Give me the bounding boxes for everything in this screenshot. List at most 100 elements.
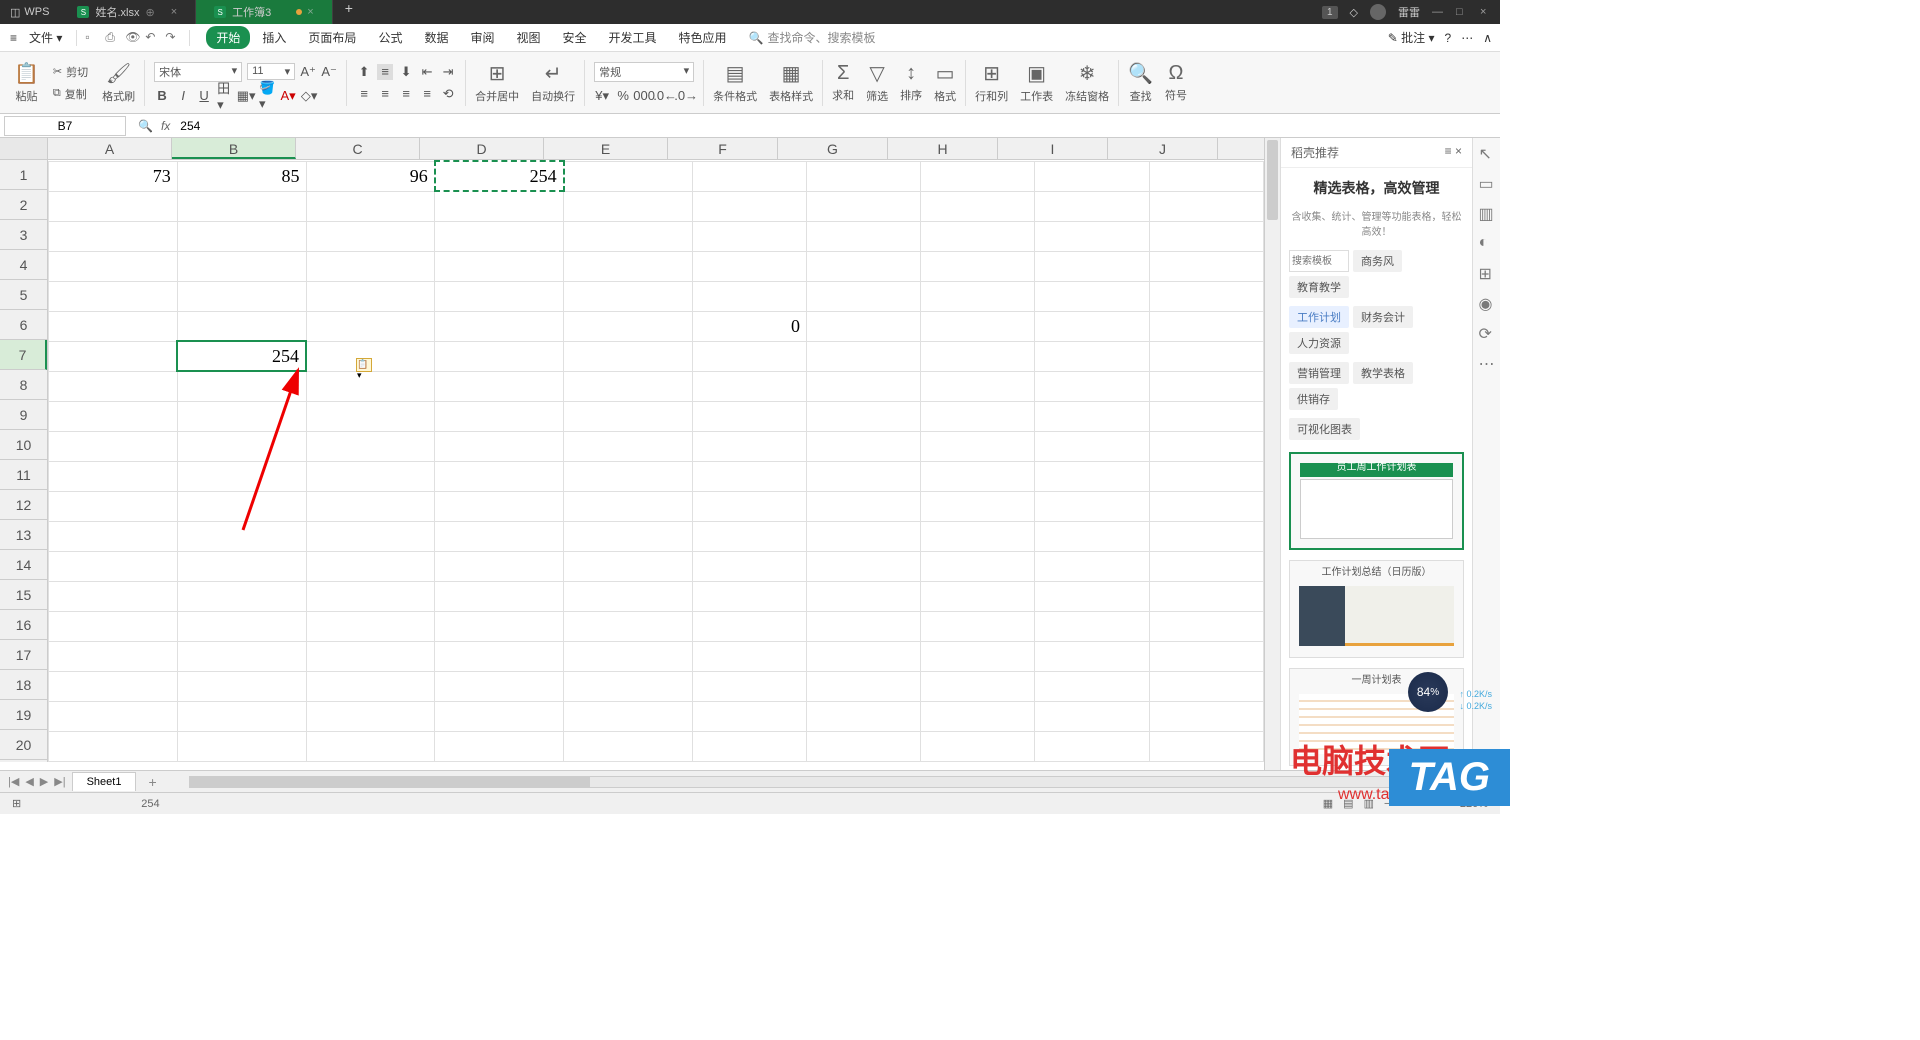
sp-tab[interactable]: 商务风 bbox=[1353, 250, 1402, 272]
cell-E14[interactable] bbox=[564, 551, 693, 581]
preview-icon[interactable]: 👁 bbox=[125, 30, 141, 46]
cell-C8[interactable] bbox=[306, 371, 435, 401]
sp-tab[interactable]: 财务会计 bbox=[1353, 306, 1413, 328]
cell-H12[interactable] bbox=[921, 491, 1035, 521]
indent-dec-icon[interactable]: ⇤ bbox=[419, 64, 435, 80]
col-header-C[interactable]: C bbox=[296, 138, 420, 159]
cell-D12[interactable] bbox=[435, 491, 564, 521]
cell-H9[interactable] bbox=[921, 401, 1035, 431]
cell-A19[interactable] bbox=[49, 701, 178, 731]
cell-H14[interactable] bbox=[921, 551, 1035, 581]
cell-E1[interactable] bbox=[564, 161, 693, 191]
rtab-start[interactable]: 开始 bbox=[206, 26, 250, 49]
panel1-icon[interactable]: ▭ bbox=[1479, 174, 1495, 190]
clear-format-icon[interactable]: ◇▾ bbox=[301, 88, 317, 104]
merge-group[interactable]: ⊞合并居中 bbox=[469, 52, 525, 113]
row-header-6[interactable]: 6 bbox=[0, 310, 47, 340]
template-item[interactable]: 员工周工作计划表 bbox=[1289, 452, 1464, 550]
cell-I10[interactable] bbox=[1035, 431, 1149, 461]
cell-G10[interactable] bbox=[807, 431, 921, 461]
cell-E13[interactable] bbox=[564, 521, 693, 551]
settings-icon[interactable]: ⋯ bbox=[1461, 31, 1473, 45]
row-header-16[interactable]: 16 bbox=[0, 610, 47, 640]
cell-A7[interactable] bbox=[49, 341, 178, 371]
cell-D3[interactable] bbox=[435, 221, 564, 251]
sp-tab[interactable]: 营销管理 bbox=[1289, 362, 1349, 384]
cell-H2[interactable] bbox=[921, 191, 1035, 221]
cell-E9[interactable] bbox=[564, 401, 693, 431]
panel6-icon[interactable]: ⟳ bbox=[1479, 324, 1495, 340]
cell-H7[interactable] bbox=[921, 341, 1035, 371]
cell-A18[interactable] bbox=[49, 671, 178, 701]
cell-C15[interactable] bbox=[306, 581, 435, 611]
row-header-4[interactable]: 4 bbox=[0, 250, 47, 280]
orientation-icon[interactable]: ⟲ bbox=[440, 86, 456, 102]
cell-F9[interactable] bbox=[692, 401, 806, 431]
cell-H16[interactable] bbox=[921, 611, 1035, 641]
cell-H5[interactable] bbox=[921, 281, 1035, 311]
cell-B8[interactable] bbox=[177, 371, 306, 401]
collapse-ribbon-icon[interactable]: ∧ bbox=[1483, 31, 1492, 45]
cell-H10[interactable] bbox=[921, 431, 1035, 461]
rtab-view[interactable]: 视图 bbox=[506, 26, 550, 49]
cell-G7[interactable] bbox=[807, 341, 921, 371]
worksheet-group[interactable]: ▣工作表 bbox=[1014, 52, 1059, 113]
cell-E8[interactable] bbox=[564, 371, 693, 401]
cell-C2[interactable] bbox=[306, 191, 435, 221]
cell-J3[interactable] bbox=[1149, 221, 1263, 251]
cell-E18[interactable] bbox=[564, 671, 693, 701]
cell-B11[interactable] bbox=[177, 461, 306, 491]
cell-E20[interactable] bbox=[564, 731, 693, 761]
paste-label[interactable]: 粘贴 bbox=[15, 88, 37, 104]
cell-I5[interactable] bbox=[1035, 281, 1149, 311]
cell-B10[interactable] bbox=[177, 431, 306, 461]
cell-G2[interactable] bbox=[807, 191, 921, 221]
rtab-review[interactable]: 审阅 bbox=[460, 26, 504, 49]
cell-A2[interactable] bbox=[49, 191, 178, 221]
panel-close-icon[interactable]: × bbox=[1455, 144, 1462, 158]
cell-J15[interactable] bbox=[1149, 581, 1263, 611]
cell-E4[interactable] bbox=[564, 251, 693, 281]
cell-I19[interactable] bbox=[1035, 701, 1149, 731]
zoom-level[interactable]: 220% bbox=[1460, 798, 1488, 810]
col-header-J[interactable]: J bbox=[1108, 138, 1218, 159]
row-header-9[interactable]: 9 bbox=[0, 400, 47, 430]
font-size-select[interactable]: 11▾ bbox=[247, 63, 295, 80]
cell-G16[interactable] bbox=[807, 611, 921, 641]
cell-I14[interactable] bbox=[1035, 551, 1149, 581]
template-search[interactable] bbox=[1289, 250, 1349, 272]
panel5-icon[interactable]: ◉ bbox=[1479, 294, 1495, 310]
cell-F4[interactable] bbox=[692, 251, 806, 281]
cell-G8[interactable] bbox=[807, 371, 921, 401]
cell-F19[interactable] bbox=[692, 701, 806, 731]
cell-E17[interactable] bbox=[564, 641, 693, 671]
cell-B3[interactable] bbox=[177, 221, 306, 251]
fill-color-icon[interactable]: 🪣▾ bbox=[259, 88, 275, 104]
paste-options-icon[interactable]: 📋▾ bbox=[356, 358, 372, 372]
minimize-icon[interactable]: — bbox=[1432, 6, 1444, 18]
status-mode-icon[interactable]: ⊞ bbox=[12, 797, 21, 810]
sheet-nav-last[interactable]: ▶| bbox=[54, 775, 65, 788]
cell-C20[interactable] bbox=[306, 731, 435, 761]
cell-C11[interactable] bbox=[306, 461, 435, 491]
cell-B14[interactable] bbox=[177, 551, 306, 581]
cell-D13[interactable] bbox=[435, 521, 564, 551]
cell-F14[interactable] bbox=[692, 551, 806, 581]
sp-tab[interactable]: 工作计划 bbox=[1289, 306, 1349, 328]
sp-tab[interactable]: 可视化图表 bbox=[1289, 418, 1360, 440]
freeze-group[interactable]: ❄冻结窗格 bbox=[1059, 52, 1115, 113]
align-bottom-icon[interactable]: ⬇ bbox=[398, 64, 414, 80]
cell-E7[interactable] bbox=[564, 341, 693, 371]
close-icon[interactable]: × bbox=[307, 6, 313, 18]
cell-A17[interactable] bbox=[49, 641, 178, 671]
cell-A3[interactable] bbox=[49, 221, 178, 251]
cell-G3[interactable] bbox=[807, 221, 921, 251]
redo-icon[interactable]: ↷ bbox=[165, 30, 181, 46]
sp-tab[interactable]: 教育教学 bbox=[1289, 276, 1349, 298]
format-painter-group[interactable]: 🖌 格式刷 bbox=[96, 52, 141, 113]
table-style-group[interactable]: ▦表格样式 bbox=[763, 52, 819, 113]
cell-F13[interactable] bbox=[692, 521, 806, 551]
cell-J2[interactable] bbox=[1149, 191, 1263, 221]
cell-F16[interactable] bbox=[692, 611, 806, 641]
cell-J11[interactable] bbox=[1149, 461, 1263, 491]
